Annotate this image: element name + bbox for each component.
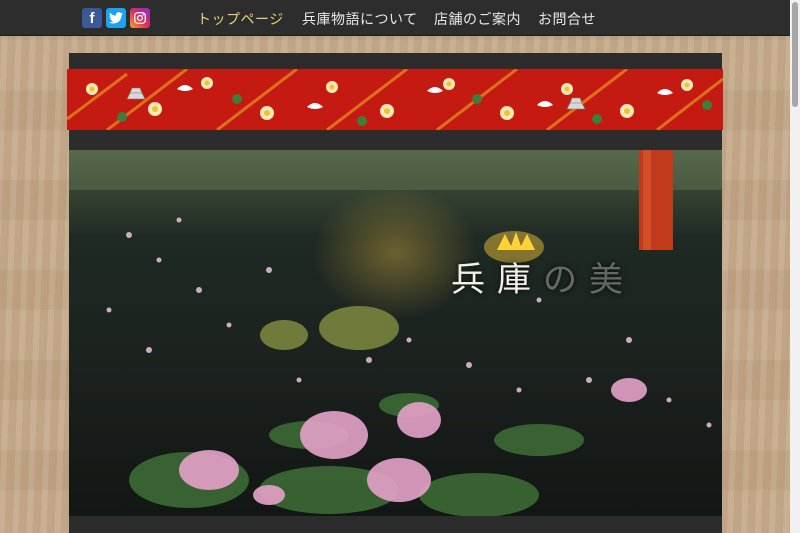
instagram-icon xyxy=(134,12,146,24)
hero-image: 兵庫の美 xyxy=(69,150,722,516)
nav-top-page[interactable]: トップページ xyxy=(197,9,284,29)
hero-title-main: 兵庫 xyxy=(451,260,543,300)
twitter-icon xyxy=(109,12,123,24)
facebook-link[interactable]: f xyxy=(82,8,102,28)
nav-contact[interactable]: お問合せ xyxy=(538,9,596,29)
facebook-icon: f xyxy=(89,9,95,27)
nav-store-guide[interactable]: 店舗のご案内 xyxy=(434,9,521,29)
scrollbar-thumb[interactable] xyxy=(792,2,798,107)
instagram-link[interactable] xyxy=(130,8,150,28)
page-scrollbar[interactable] xyxy=(790,0,800,533)
lotus-pond-scene xyxy=(69,150,722,516)
banner-pattern-graphic xyxy=(67,69,723,130)
nav-about-hyogo-story[interactable]: 兵庫物語について xyxy=(302,9,418,29)
top-navigation-bar: f トップページ 兵庫物語について 店舗のご案内 お問合せ xyxy=(0,0,790,36)
kimono-pattern-banner xyxy=(67,69,723,130)
twitter-link[interactable] xyxy=(106,8,126,28)
hero-title-faded: の美 xyxy=(543,260,635,300)
hero-title: 兵庫の美 xyxy=(451,252,635,301)
